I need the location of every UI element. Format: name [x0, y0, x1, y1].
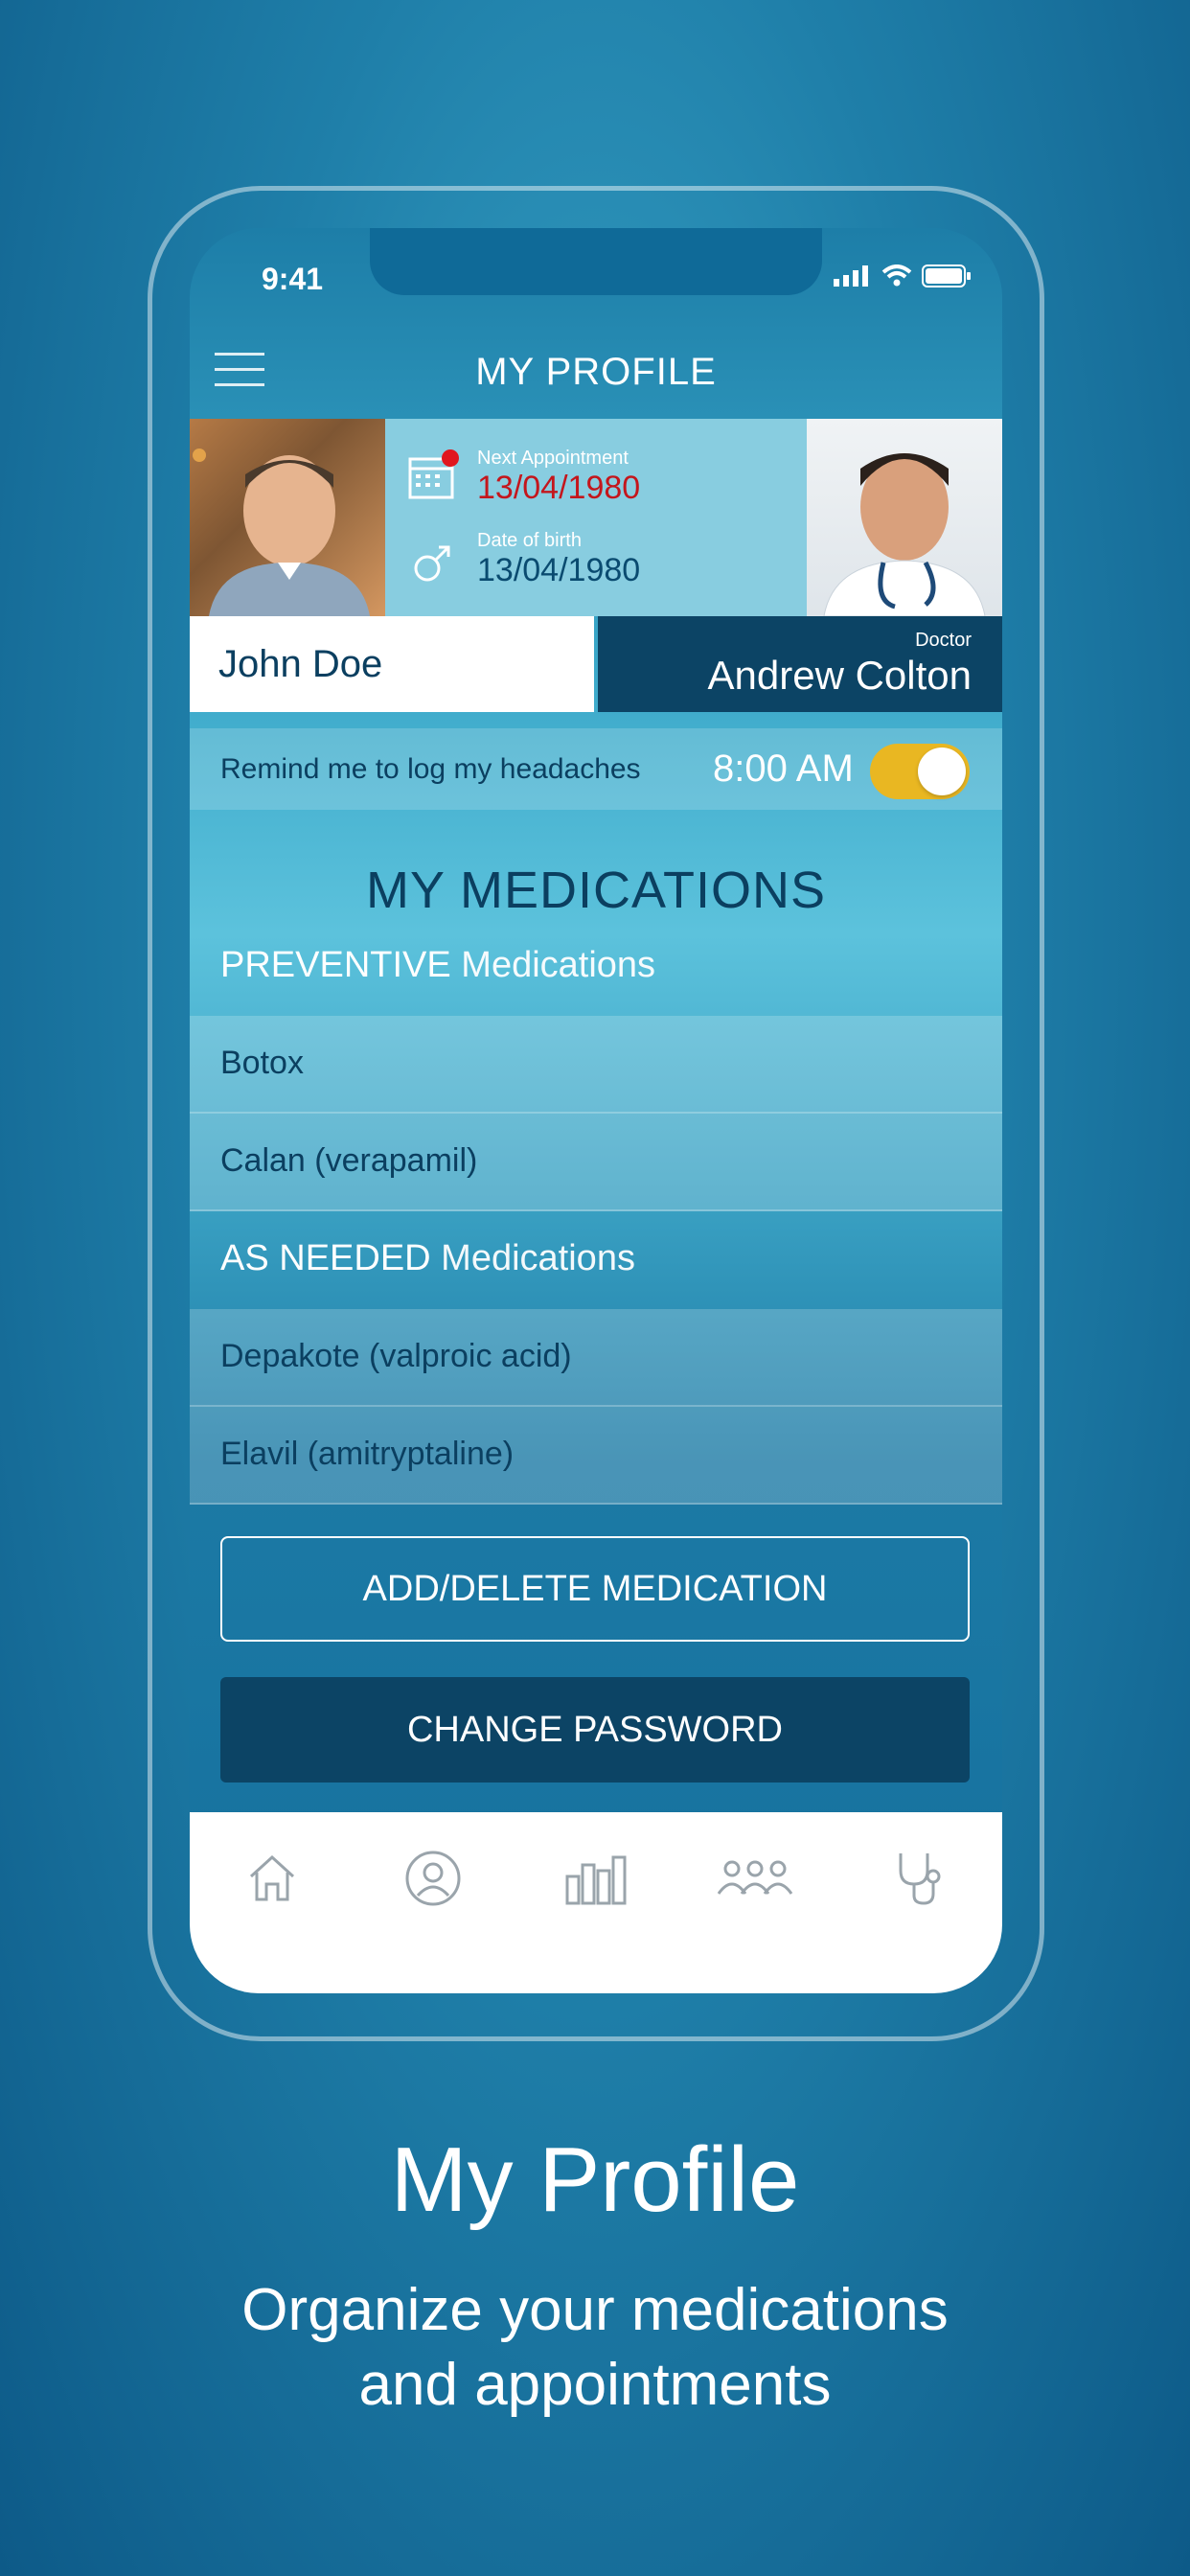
next-appointment-date[interactable]: 13/04/1980	[477, 470, 726, 507]
add-delete-medication-button[interactable]: ADD/DELETE MEDICATION	[220, 1536, 970, 1642]
medication-name: Calan (verapamil)	[220, 1142, 478, 1179]
as-needed-header: AS NEEDED Medications	[220, 1238, 635, 1279]
medication-row[interactable]: Elavil (amitryptaline)	[190, 1407, 1002, 1505]
medication-name: Botox	[220, 1045, 304, 1081]
stethoscope-icon	[899, 1853, 941, 1905]
medication-name: Depakote (valproic acid)	[220, 1338, 572, 1374]
preventive-label-rest: Medications	[450, 945, 656, 985]
doctor-role: Doctor	[915, 630, 972, 651]
tab-bar	[190, 1812, 1002, 1993]
doctor-name: Andrew Colton	[707, 653, 972, 698]
tab-home[interactable]	[234, 1845, 310, 1912]
profile-icon	[405, 1851, 461, 1906]
medication-row[interactable]: Depakote (valproic acid)	[190, 1309, 1002, 1407]
male-gender-icon	[414, 545, 450, 582]
doctor-name-box[interactable]: Doctor Andrew Colton	[598, 616, 1002, 712]
tab-stats[interactable]	[558, 1845, 634, 1912]
battery-icon	[922, 264, 971, 288]
as-needed-label-bold: AS NEEDED	[220, 1238, 431, 1278]
marketing-subtitle: Organize your medications and appointmen…	[0, 2273, 1190, 2423]
patient-name: John Doe	[218, 643, 383, 685]
as-needed-label-rest: Medications	[430, 1238, 635, 1278]
wifi-icon	[881, 264, 912, 287]
marketing-subtitle-line1: Organize your medications	[241, 2277, 949, 2343]
signal-icon	[834, 265, 868, 287]
medication-name: Elavil (amitryptaline)	[220, 1436, 515, 1472]
status-icons	[834, 264, 972, 288]
calendar-icon	[408, 449, 459, 499]
toggle-knob	[918, 748, 966, 795]
home-icon	[249, 1854, 295, 1901]
tab-community[interactable]	[717, 1845, 793, 1912]
medications-title: MY MEDICATIONS	[365, 862, 827, 919]
medication-row[interactable]: Calan (verapamil)	[190, 1114, 1002, 1211]
notch	[370, 228, 822, 295]
tab-doctor[interactable]	[881, 1845, 958, 1912]
reminder-text: Remind me to log my headaches	[220, 753, 641, 785]
app-screen: 9:41 MY PROFILE Next Appointment 13/04/1…	[190, 228, 1002, 1993]
reminder-time[interactable]: 8:00 AM	[713, 748, 854, 791]
top-bar: MY PROFILE	[190, 324, 1002, 420]
medication-row[interactable]: Botox	[190, 1016, 1002, 1114]
patient-avatar[interactable]	[190, 419, 385, 616]
change-password-button[interactable]: CHANGE PASSWORD	[220, 1677, 970, 1782]
dob-label: Date of birth	[477, 530, 582, 551]
next-appointment-label: Next Appointment	[477, 448, 629, 469]
profile-band: Next Appointment 13/04/1980 Date of birt…	[190, 419, 1002, 616]
doctor-avatar[interactable]	[807, 419, 1002, 616]
preventive-header: PREVENTIVE Medications	[220, 945, 655, 986]
marketing-title: My Profile	[390, 2128, 800, 2231]
dob-value: 13/04/1980	[477, 552, 641, 588]
preventive-label-bold: PREVENTIVE	[220, 945, 451, 985]
marketing-subtitle-line2: and appointments	[358, 2352, 832, 2418]
reminder-toggle[interactable]	[870, 744, 970, 799]
community-icon	[717, 1860, 793, 1895]
reminder-row: Remind me to log my headaches 8:00 AM	[190, 728, 1002, 810]
stats-icon	[565, 1855, 627, 1905]
tab-profile[interactable]	[395, 1845, 471, 1912]
name-row: John Doe Doctor Andrew Colton	[190, 616, 1002, 712]
status-time: 9:41	[262, 262, 324, 296]
patient-name-box[interactable]: John Doe	[190, 616, 594, 712]
page-title: MY PROFILE	[475, 351, 717, 393]
